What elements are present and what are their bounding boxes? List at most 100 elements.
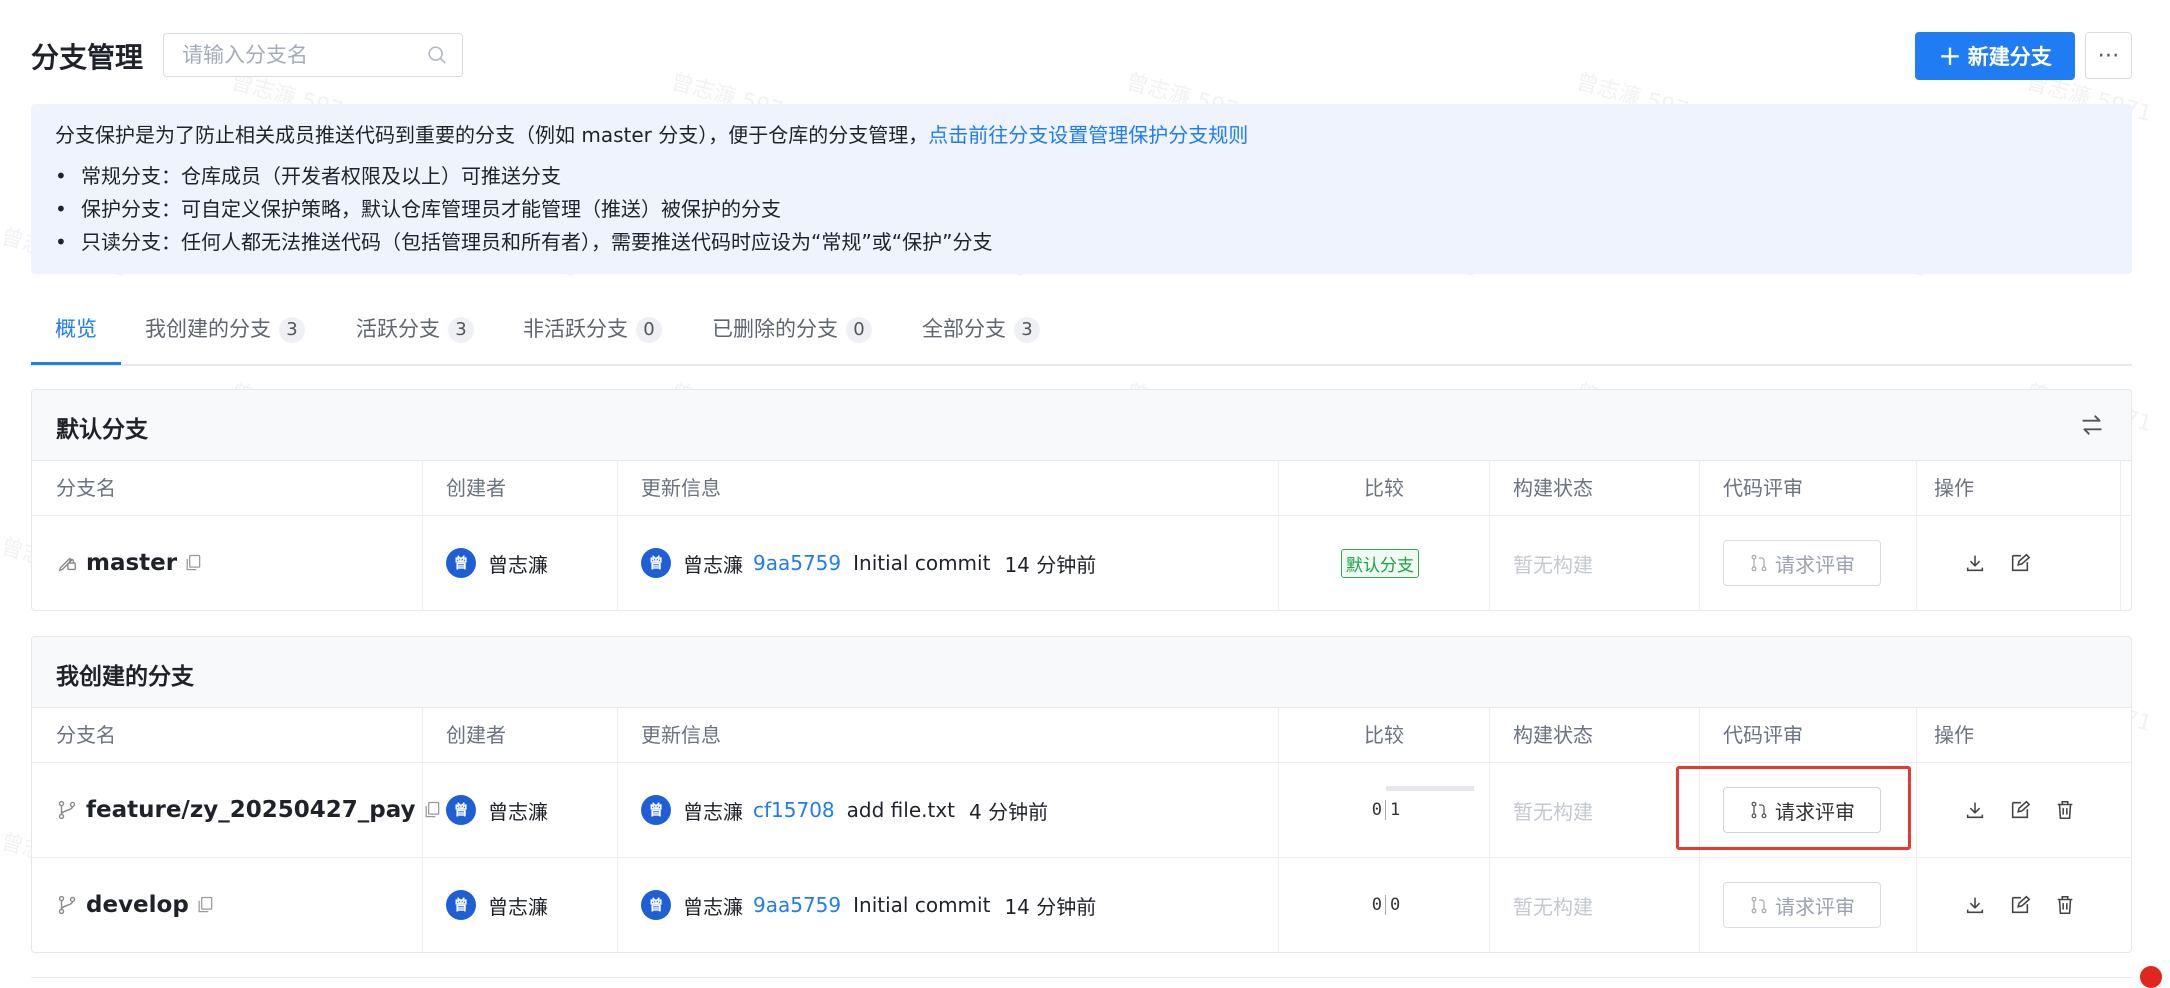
edit-icon[interactable] [2009, 894, 2031, 916]
behind-count: 0 [1366, 800, 1386, 820]
commit-message: add file.txt [846, 798, 956, 822]
col-compare: 比较 [1364, 476, 1404, 500]
branch-icon [58, 895, 76, 915]
delete-icon[interactable] [2054, 799, 2076, 821]
ahead-behind-indicator[interactable]: 00 [1366, 895, 1400, 915]
more-options-button[interactable]: ⋯ [2085, 32, 2132, 79]
creator-cell: 曾 曾志濂 [446, 858, 548, 952]
search-input[interactable] [180, 34, 424, 76]
tab-overview[interactable]: 概览 [31, 300, 121, 365]
col-actions: 操作 [1934, 476, 1974, 500]
creator-name: 曾志濂 [488, 894, 548, 919]
compare-cell: 默认分支 [1341, 516, 1419, 610]
ahead-count: 1 [1390, 800, 1401, 820]
branch-cell: feature/zy_20250427_pay [56, 763, 442, 857]
ellipsis-icon: ⋯ [2097, 43, 2120, 68]
bullet-icon: • [55, 164, 67, 188]
table-row: master 曾 曾志濂 曾 曾志濂 9aa5759 Initial commi… [32, 516, 2131, 610]
merge-request-icon [1751, 554, 1767, 572]
update-info-cell: 曾 曾志濂 9aa5759 Initial commit 14 分钟前 [641, 858, 1096, 952]
copy-icon[interactable] [422, 800, 442, 820]
commit-message: Initial commit [853, 551, 991, 575]
download-icon[interactable] [1964, 552, 1986, 574]
actions-cell [1964, 858, 2099, 952]
edit-icon[interactable] [2009, 552, 2031, 574]
commit-hash-link[interactable]: 9aa5759 [753, 551, 841, 575]
commit-time: 14 分钟前 [1004, 894, 1097, 919]
table-header: 分支名 创建者 更新信息 比较 构建状态 代码评审 操作 [32, 708, 2131, 763]
count-badge: 3 [279, 317, 305, 343]
ahead-count: 0 [1390, 895, 1401, 915]
request-review-button[interactable]: 请求评审 [1723, 882, 1881, 928]
download-icon[interactable] [1964, 799, 1986, 821]
count-badge: 3 [1014, 317, 1040, 343]
protection-rules-link[interactable]: 点击前往分支设置管理保护分支规则 [928, 123, 1248, 147]
build-status: 暂无构建 [1513, 799, 1593, 824]
request-review-button[interactable]: 请求评审 [1723, 540, 1881, 586]
col-build-status: 构建状态 [1513, 476, 1593, 500]
col-update-info: 更新信息 [641, 723, 721, 747]
info-text: 分支保护是为了防止相关成员推送代码到重要的分支（例如 master 分支），便于… [55, 123, 929, 147]
download-icon[interactable] [1964, 894, 1986, 916]
commit-time: 14 分钟前 [1004, 552, 1097, 577]
copy-icon[interactable] [195, 895, 215, 915]
page-title: 分支管理 [31, 41, 144, 74]
table-row: develop 曾 曾志濂 曾 曾志濂 9aa5759 Initial comm… [32, 858, 2131, 952]
copy-icon[interactable] [183, 553, 203, 573]
creator-cell: 曾 曾志濂 [446, 516, 548, 610]
creator-name: 曾志濂 [488, 552, 548, 577]
merge-request-icon [1751, 801, 1767, 819]
info-list: • 常规分支：仓库成员（开发者权限及以上）可推送分支 • 保护分支：可自定义保护策略… [55, 160, 2108, 259]
bullet-icon: • [55, 197, 67, 221]
build-status-cell: 暂无构建 [1513, 516, 1593, 610]
actions-cell [1964, 516, 2054, 610]
ahead-behind-indicator[interactable]: 01 [1366, 786, 1474, 820]
new-branch-label: 新建分支 [1967, 45, 2052, 69]
updater-name: 曾志濂 [683, 894, 743, 919]
col-branch-name: 分支名 [56, 476, 116, 500]
commit-hash-link[interactable]: 9aa5759 [753, 893, 841, 917]
branch-tabs: 概览 我创建的分支 3 活跃分支 3 非活跃分支 0 已删除的分支 0 全部分支 3 [31, 300, 2132, 366]
avatar: 曾 [641, 548, 671, 578]
tab-all-branches[interactable]: 全部分支 3 [922, 300, 1040, 362]
branch-name-link[interactable]: develop [86, 892, 189, 918]
delete-icon[interactable] [2054, 894, 2076, 916]
review-cell: 请求评审 [1723, 516, 1881, 610]
request-review-button[interactable]: 请求评审 [1723, 787, 1881, 833]
updater-name: 曾志濂 [683, 799, 743, 824]
tab-inactive-branches[interactable]: 非活跃分支 0 [523, 300, 662, 362]
col-branch-name: 分支名 [56, 723, 116, 747]
updater-name: 曾志濂 [683, 552, 743, 577]
default-branch-tag: 默认分支 [1341, 548, 1419, 578]
count-badge: 0 [636, 317, 662, 343]
search-box [163, 33, 463, 77]
card-title: 默认分支 [56, 417, 148, 443]
card-header: 默认分支 [32, 390, 2131, 461]
new-branch-button[interactable]: + 新建分支 [1915, 32, 2075, 80]
tab-deleted-branches[interactable]: 已删除的分支 0 [712, 300, 872, 362]
branch-name-link[interactable]: feature/zy_20250427_pay [86, 797, 416, 823]
notification-dot[interactable] [2140, 966, 2162, 988]
merge-request-icon [1751, 896, 1767, 914]
col-creator: 创建者 [446, 723, 506, 747]
col-update-info: 更新信息 [641, 476, 721, 500]
swap-icon[interactable] [2079, 412, 2105, 438]
tab-my-branches[interactable]: 我创建的分支 3 [145, 300, 305, 362]
commit-message: Initial commit [853, 893, 991, 917]
avatar: 曾 [446, 795, 476, 825]
col-compare: 比较 [1364, 723, 1404, 747]
branch-cell: develop [56, 858, 215, 952]
branch-protection-info: 分支保护是为了防止相关成员推送代码到重要的分支（例如 master 分支），便于… [31, 104, 2132, 274]
tab-active-branches[interactable]: 活跃分支 3 [356, 300, 474, 362]
col-code-review: 代码评审 [1723, 723, 1803, 747]
search-icon[interactable] [426, 44, 448, 66]
count-badge: 0 [846, 317, 872, 343]
bullet-icon: • [55, 230, 67, 254]
branch-name-link[interactable]: master [86, 550, 177, 576]
behind-count: 0 [1366, 895, 1386, 915]
update-info-cell: 曾 曾志濂 9aa5759 Initial commit 14 分钟前 [641, 516, 1096, 610]
build-status: 暂无构建 [1513, 894, 1593, 919]
commit-hash-link[interactable]: cf15708 [753, 798, 835, 822]
col-actions: 操作 [1934, 723, 1974, 747]
edit-icon[interactable] [2009, 799, 2031, 821]
